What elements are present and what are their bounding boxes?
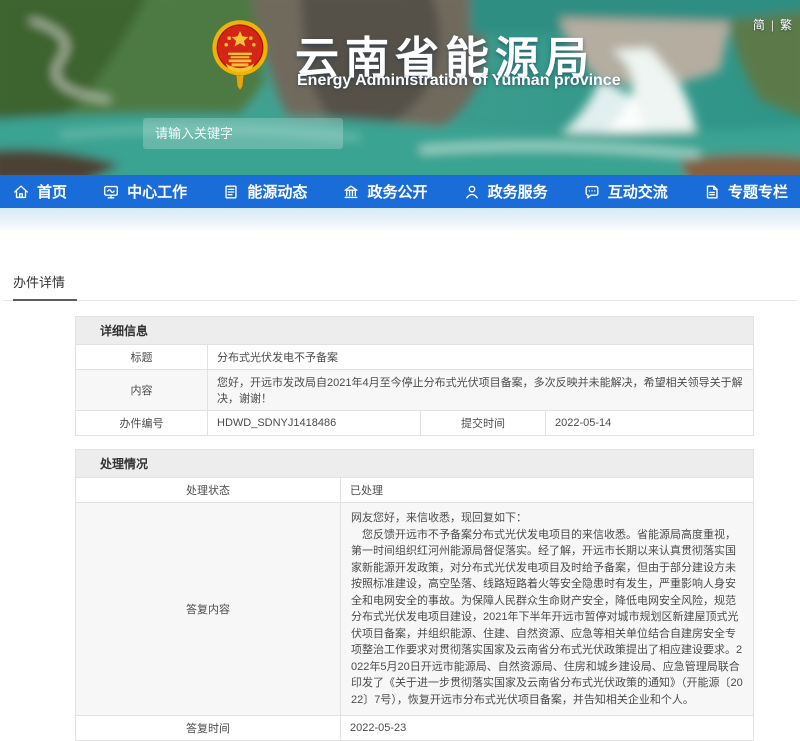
- reply-time-value: 2022-05-23: [341, 716, 754, 741]
- case-number-value: HDWD_SDNYJ1418486: [208, 411, 421, 436]
- detail-header-label: 详细信息: [76, 317, 754, 345]
- nav-label: 首页: [37, 181, 67, 202]
- process-header-label: 处理情况: [76, 450, 754, 478]
- reply-time-label: 答复时间: [76, 716, 341, 741]
- detail-info-table: 详细信息 标题 分布式光伏发电不予备案 内容 您好，开远市发改局自2021年4月…: [75, 316, 754, 436]
- search-input[interactable]: [143, 118, 343, 149]
- submit-time-label: 提交时间: [421, 411, 546, 436]
- national-emblem-logo: [210, 14, 270, 96]
- content-label: 内容: [76, 370, 208, 411]
- nav-item-gov-disclosure[interactable]: 政务公开: [338, 181, 431, 202]
- nav-label: 政务服务: [488, 181, 548, 202]
- home-icon: [12, 183, 30, 201]
- nav-label: 中心工作: [127, 181, 187, 202]
- content-value: 您好，开远市发改局自2021年4月至今停止分布式光伏项目备案，多次反映并未能解决…: [208, 370, 754, 411]
- table-row: 答复内容 网友您好，来信收悉，现回复如下： 您反馈开远市不予备案分布式光伏发电项…: [76, 503, 754, 716]
- nav-item-home[interactable]: 首页: [8, 181, 71, 202]
- reply-intro: 网友您好，来信收悉，现回复如下：: [351, 510, 743, 527]
- process-status-table: 处理情况 处理状态 已处理 答复内容 网友您好，来信收悉，现回复如下： 您反馈开…: [75, 449, 754, 741]
- main-nav: 首页 中心工作 能源动态 政务公开 政务服务 互动交流 专题专: [0, 175, 800, 208]
- nav-item-interaction[interactable]: 互动交流: [579, 181, 672, 202]
- file-icon: [703, 183, 721, 201]
- nav-item-energy-news[interactable]: 能源动态: [218, 181, 311, 202]
- news-icon: [222, 183, 240, 201]
- sky-band-decoration: [0, 208, 800, 232]
- status-label: 处理状态: [76, 478, 341, 503]
- submit-time-value: 2022-05-14: [546, 411, 754, 436]
- lang-separator: |: [771, 18, 774, 32]
- reply-body: 您反馈开远市不予备案分布式光伏发电项目的来信收悉。省能源局高度重视，第一时间组织…: [351, 527, 743, 709]
- bank-icon: [342, 183, 360, 201]
- table-row: 办件编号 HDWD_SDNYJ1418486 提交时间 2022-05-14: [76, 411, 754, 436]
- table-section-header: 详细信息: [76, 317, 754, 345]
- nav-item-center-work[interactable]: 中心工作: [98, 181, 191, 202]
- nav-item-gov-services[interactable]: 政务服务: [459, 181, 552, 202]
- search-box: [143, 118, 343, 149]
- nav-label: 能源动态: [247, 181, 307, 202]
- title-value: 分布式光伏发电不予备案: [208, 345, 754, 370]
- site-subtitle: Energy Administration of Yunnan province: [297, 72, 621, 90]
- lang-traditional-button[interactable]: 繁: [780, 16, 792, 33]
- nav-label: 政务公开: [367, 181, 427, 202]
- page-title-row: 办件详情: [3, 272, 797, 301]
- title-label: 标题: [76, 345, 208, 370]
- table-row: 内容 您好，开远市发改局自2021年4月至今停止分布式光伏项目备案，多次反映并未…: [76, 370, 754, 411]
- status-value: 已处理: [341, 478, 754, 503]
- reply-content-label: 答复内容: [76, 503, 341, 716]
- lang-simplified-button[interactable]: 简: [753, 16, 765, 33]
- nav-label: 专题专栏: [728, 181, 788, 202]
- monitor-icon: [102, 183, 120, 201]
- reply-content-value: 网友您好，来信收悉，现回复如下： 您反馈开远市不予备案分布式光伏发电项目的来信收…: [341, 503, 754, 716]
- main-content: 办件详情 详细信息 标题 分布式光伏发电不予备案 内容 您好，开远市发改局自20…: [0, 272, 800, 741]
- nav-item-special-columns[interactable]: 专题专栏: [699, 181, 792, 202]
- table-row: 处理状态 已处理: [76, 478, 754, 503]
- case-number-label: 办件编号: [76, 411, 208, 436]
- person-icon: [463, 183, 481, 201]
- page-title: 办件详情: [13, 272, 77, 301]
- site-banner: 简 | 繁 云南省能源局 Energy Administration of Yu…: [0, 0, 800, 175]
- nav-label: 互动交流: [608, 181, 668, 202]
- table-row: 标题 分布式光伏发电不予备案: [76, 345, 754, 370]
- table-row: 答复时间 2022-05-23: [76, 716, 754, 741]
- table-section-header: 处理情况: [76, 450, 754, 478]
- language-switch: 简 | 繁: [753, 16, 792, 33]
- chat-icon: [583, 183, 601, 201]
